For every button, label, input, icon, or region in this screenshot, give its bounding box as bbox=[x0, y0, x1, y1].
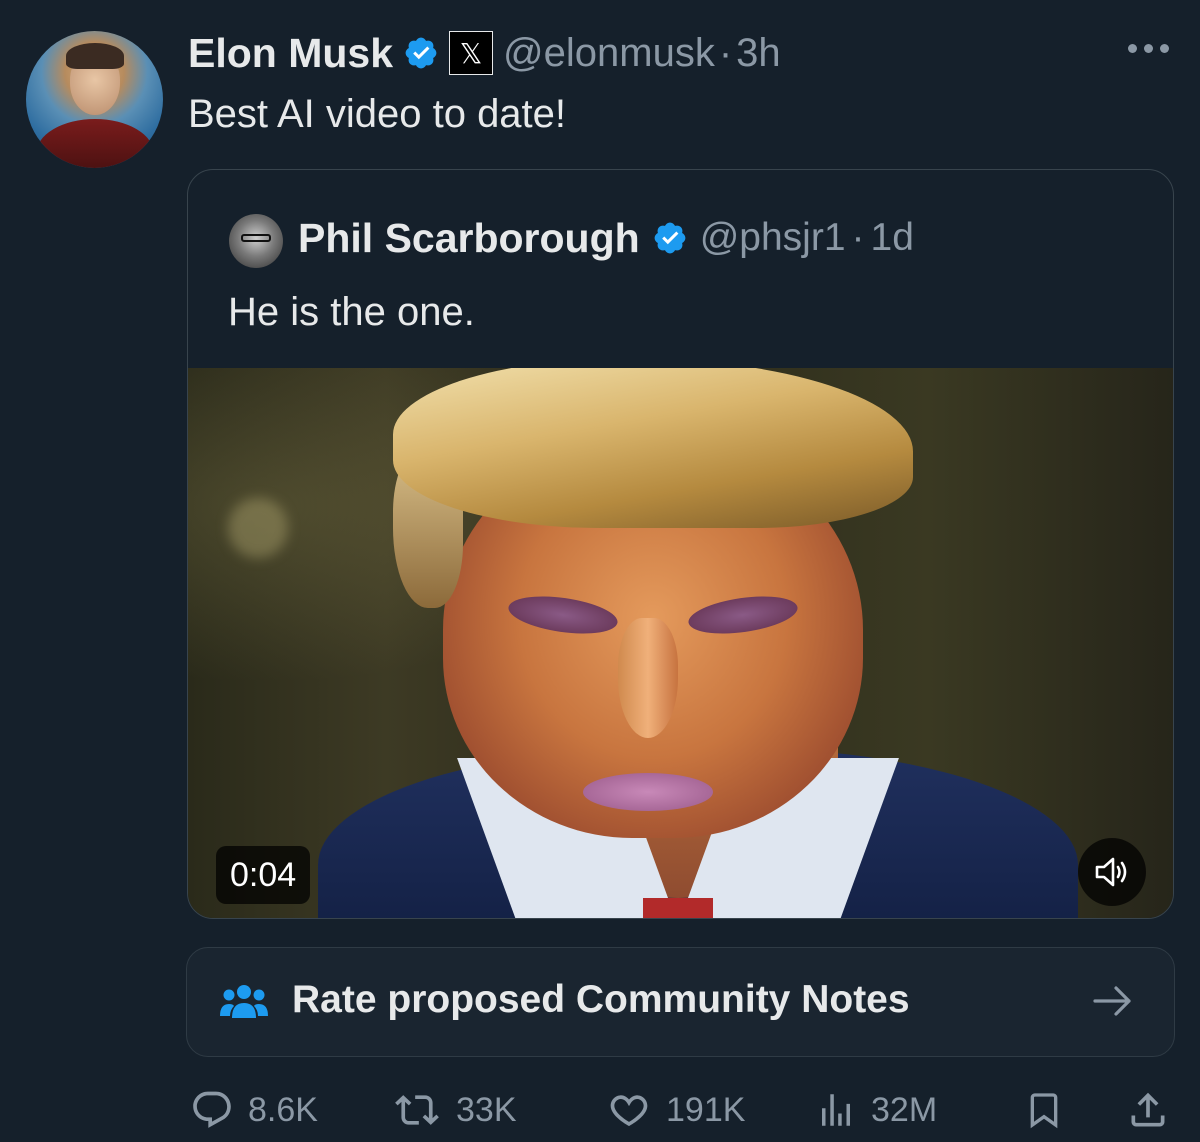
separator: · bbox=[718, 30, 733, 75]
separator: · bbox=[851, 216, 865, 259]
author-avatar[interactable] bbox=[26, 31, 163, 168]
x-logo-icon[interactable]: 𝕏 bbox=[449, 31, 494, 75]
views-button[interactable]: 32M bbox=[815, 1080, 937, 1140]
video-timecode: 0:04 bbox=[216, 846, 311, 904]
like-count: 191K bbox=[666, 1090, 746, 1129]
verified-icon bbox=[654, 222, 686, 254]
people-icon bbox=[220, 985, 268, 1018]
repost-icon bbox=[395, 1095, 439, 1125]
reply-button[interactable]: 8.6K bbox=[190, 1080, 318, 1140]
quoted-tweet-header: Phil Scarborough @phsjr1 · 1d bbox=[298, 212, 914, 264]
author-handle: @elonmusk · 3h bbox=[503, 31, 781, 76]
bookmark-icon bbox=[1030, 1093, 1058, 1129]
author-name[interactable]: Elon Musk bbox=[188, 30, 393, 77]
tweet-text: Best AI video to date! bbox=[188, 92, 567, 136]
arrow-right-icon bbox=[1093, 986, 1131, 1016]
tweet-time[interactable]: 3h bbox=[736, 31, 781, 75]
quoted-handle-text: @phsjr1 bbox=[699, 216, 846, 259]
share-button[interactable] bbox=[1126, 1080, 1170, 1140]
handle-text: @elonmusk bbox=[503, 30, 715, 75]
views-icon bbox=[822, 1094, 850, 1126]
bookmark-button[interactable] bbox=[1024, 1080, 1064, 1140]
quoted-tweet[interactable]: Phil Scarborough @phsjr1 · 1d He is the on… bbox=[187, 169, 1174, 919]
reply-icon bbox=[193, 1091, 231, 1128]
community-notes-button[interactable]: Rate proposed Community Notes bbox=[186, 947, 1175, 1057]
quoted-tweet-text: He is the one. bbox=[228, 290, 475, 334]
verified-icon[interactable] bbox=[403, 35, 439, 71]
more-icon[interactable] bbox=[1128, 38, 1172, 58]
volume-icon[interactable] bbox=[1078, 838, 1146, 906]
share-icon bbox=[1131, 1092, 1165, 1127]
like-button[interactable]: 191K bbox=[606, 1080, 745, 1140]
quoted-author-name: Phil Scarborough bbox=[298, 214, 640, 261]
quoted-tweet-time: 1d bbox=[870, 216, 914, 259]
like-icon bbox=[610, 1095, 648, 1127]
video-player[interactable]: 0:04 bbox=[188, 368, 1173, 918]
tweet-header: Elon Musk 𝕏 @elonmusk · 3h bbox=[188, 28, 781, 78]
action-bar: 8.6K 33K 191K 32M bbox=[0, 1080, 1200, 1140]
repost-count: 33K bbox=[456, 1090, 517, 1129]
repost-button[interactable]: 33K bbox=[392, 1080, 517, 1140]
quoted-author-avatar bbox=[229, 214, 283, 268]
quoted-author-handle: @phsjr1 · 1d bbox=[700, 216, 914, 260]
reply-count: 8.6K bbox=[248, 1090, 318, 1129]
community-notes-label: Rate proposed Community Notes bbox=[292, 978, 910, 1021]
views-count: 32M bbox=[871, 1090, 938, 1129]
